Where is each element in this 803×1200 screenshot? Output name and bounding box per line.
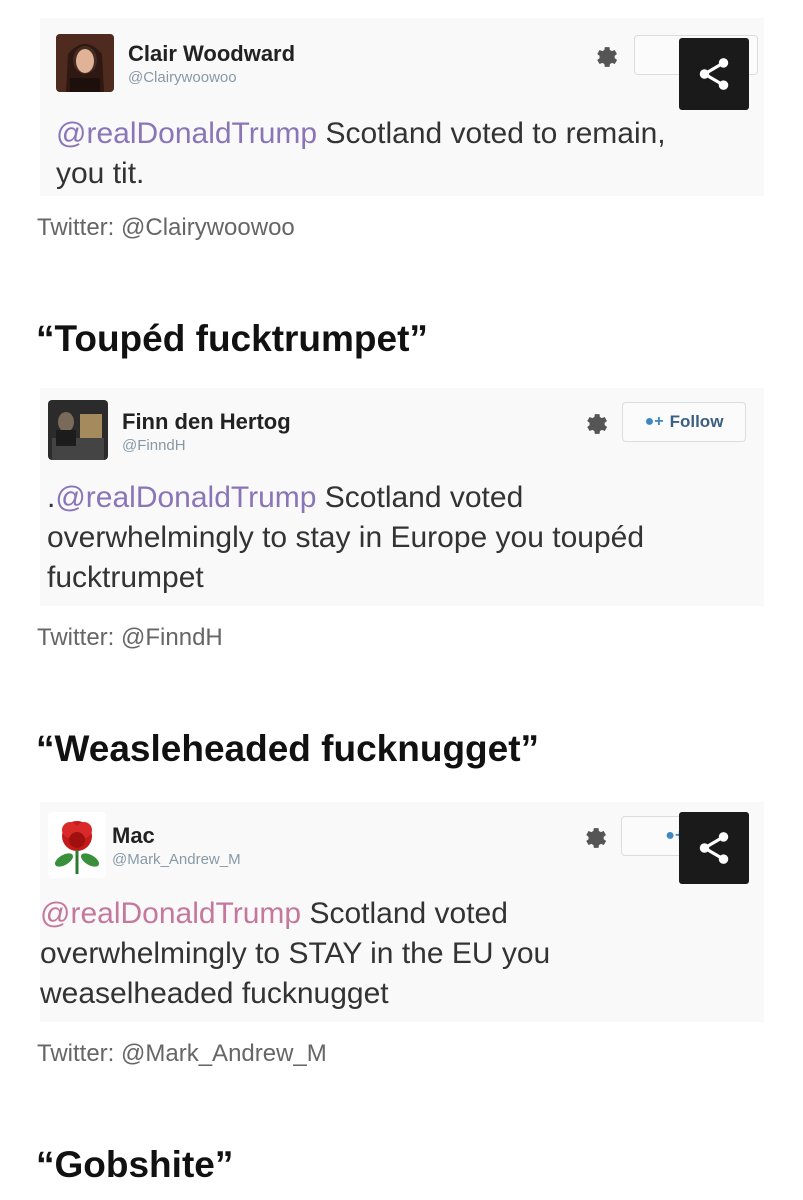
tweet-text-line: fucktrumpet	[47, 561, 204, 594]
tweet-text: @realDonaldTrump Scotland voted overwhel…	[40, 894, 760, 1014]
tweet-text: @realDonaldTrump Scotland voted to remai…	[56, 114, 756, 194]
follow-label: Follow	[669, 412, 724, 431]
user-name[interactable]: Finn den Hertog	[122, 409, 291, 435]
tweet-caption: Twitter: @FinndH	[37, 624, 223, 651]
add-user-icon: ●+	[644, 413, 664, 430]
follow-button[interactable]: ●+ Follow	[622, 402, 746, 442]
tweet-caption: Twitter: @Mark_Andrew_M	[37, 1040, 327, 1067]
section-heading: “Toupéd fucktrumpet”	[36, 318, 428, 359]
mention-link[interactable]: @realDonaldTrump	[40, 897, 301, 930]
user-name[interactable]: Mac	[112, 823, 155, 849]
share-button[interactable]	[679, 38, 749, 110]
user-handle[interactable]: @FinndH	[122, 437, 186, 454]
tweet-text-line: Scotland voted to remain,	[317, 117, 666, 150]
tweet-text-line: overwhelmingly to STAY in the EU you	[40, 937, 551, 970]
gear-icon[interactable]	[592, 43, 620, 71]
share-icon	[699, 58, 729, 90]
gear-icon[interactable]	[581, 824, 609, 852]
tweet-card: Finn den Hertog @FinndH ●+ Follow .@real…	[40, 388, 764, 606]
section-heading: “Weasleheaded fucknugget”	[36, 728, 540, 769]
share-button[interactable]	[679, 812, 749, 884]
avatar	[56, 34, 114, 92]
avatar	[48, 400, 108, 460]
mention-link[interactable]: @realDonaldTrump	[55, 481, 316, 514]
tweet-text-line: overwhelmingly to stay in Europe you tou…	[47, 521, 645, 554]
tweet-text-line: you tit.	[56, 157, 145, 190]
share-icon	[699, 832, 729, 864]
gear-icon[interactable]	[582, 410, 610, 438]
tweet-text: .@realDonaldTrump Scotland voted overwhe…	[47, 478, 759, 598]
tweet-text-line: Scotland voted	[301, 897, 508, 930]
tweet-caption: Twitter: @Clairywoowoo	[37, 214, 295, 241]
tweet-text-line: weaselheaded fucknugget	[40, 977, 389, 1010]
tweet-text-line: Scotland voted	[316, 481, 524, 514]
tweet-card: Mac @Mark_Andrew_M ●+ F @realDonaldTrump…	[40, 802, 764, 1022]
tweet-card: Clair Woodward @Clairywoowoo ●+ @realDon…	[40, 18, 764, 196]
mention-link[interactable]: @realDonaldTrump	[56, 117, 317, 150]
rose-logo	[48, 812, 106, 878]
user-name[interactable]: Clair Woodward	[128, 41, 295, 67]
user-handle[interactable]: @Clairywoowoo	[128, 69, 237, 86]
user-handle[interactable]: @Mark_Andrew_M	[112, 851, 241, 868]
section-heading: “Gobshite”	[36, 1144, 234, 1185]
